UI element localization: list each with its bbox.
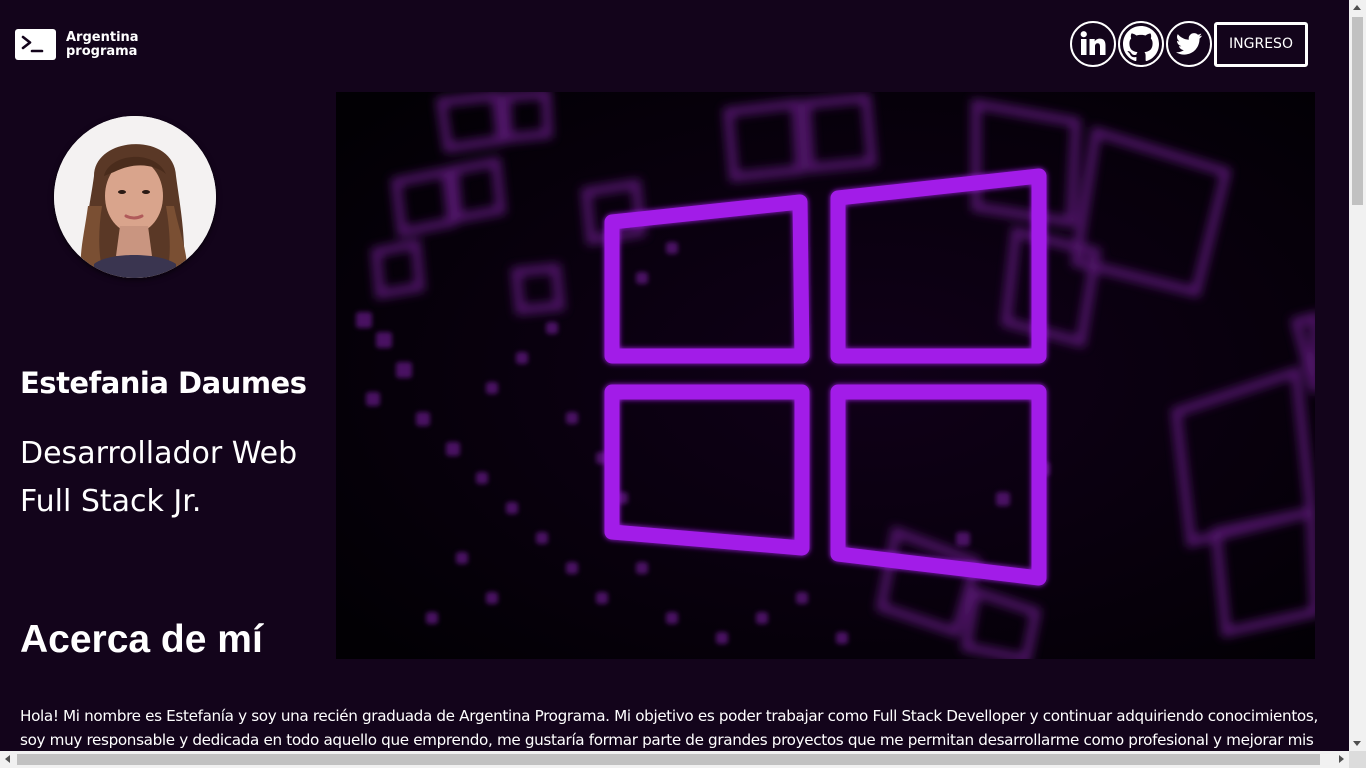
logo-line1: Argentina bbox=[66, 29, 139, 45]
about-paragraph: Hola! Mi nombre es Estefanía y soy una r… bbox=[20, 707, 1318, 749]
scroll-left-icon[interactable] bbox=[5, 755, 10, 763]
logo-text: Argentina programa bbox=[66, 29, 139, 59]
horizontal-scrollbar[interactable] bbox=[0, 751, 1349, 768]
role-line1: Desarrollador Web bbox=[20, 436, 298, 471]
page: Argentina programa INGRESO Estefania Dau… bbox=[0, 0, 1366, 768]
scroll-up-icon[interactable] bbox=[1353, 5, 1361, 10]
social-nav: INGRESO bbox=[1070, 21, 1308, 67]
vertical-scrollbar[interactable] bbox=[1349, 0, 1366, 751]
logo-line2: programa bbox=[66, 43, 138, 59]
github-button[interactable] bbox=[1118, 21, 1164, 67]
argentina-programa-logo[interactable]: Argentina programa bbox=[15, 29, 139, 60]
scroll-down-icon[interactable] bbox=[1353, 741, 1361, 746]
vertical-scroll-thumb[interactable] bbox=[1352, 17, 1363, 205]
twitter-button[interactable] bbox=[1166, 21, 1212, 67]
about-heading: Acerca de mí bbox=[20, 618, 263, 661]
role-line2: Full Stack Jr. bbox=[20, 484, 202, 519]
linkedin-icon bbox=[1080, 31, 1106, 55]
twitter-icon bbox=[1176, 33, 1202, 55]
scroll-right-icon[interactable] bbox=[1339, 755, 1344, 763]
terminal-icon bbox=[15, 29, 56, 60]
github-icon bbox=[1123, 26, 1159, 62]
banner-image bbox=[336, 92, 1315, 659]
scrollbar-corner bbox=[1349, 751, 1366, 768]
profile-name: Estefania Daumes bbox=[20, 366, 307, 400]
horizontal-scroll-thumb[interactable] bbox=[17, 754, 1320, 765]
login-button[interactable]: INGRESO bbox=[1214, 21, 1308, 67]
profile-avatar bbox=[54, 116, 216, 278]
linkedin-button[interactable] bbox=[1070, 21, 1116, 67]
profile-role: Desarrollador Web Full Stack Jr. bbox=[20, 430, 340, 526]
